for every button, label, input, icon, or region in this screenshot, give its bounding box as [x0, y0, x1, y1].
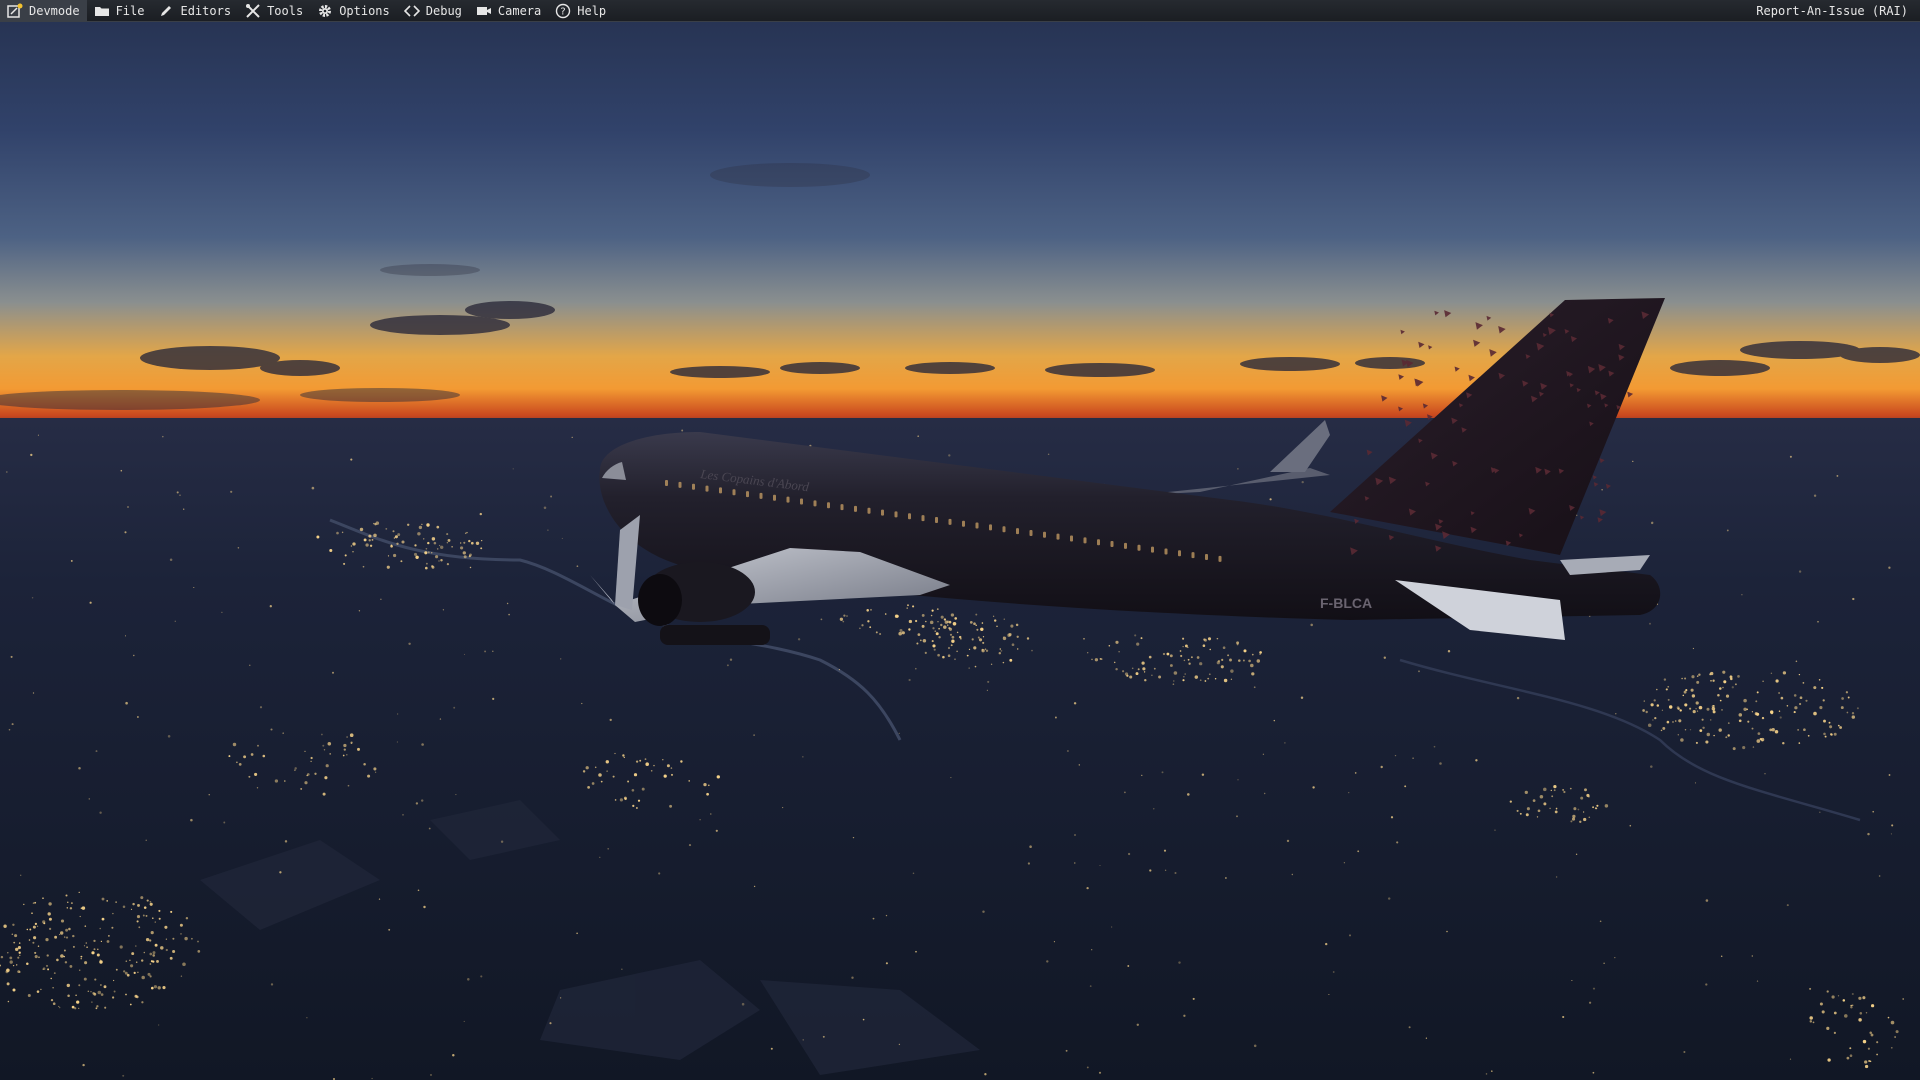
svg-text:?: ? — [561, 6, 566, 17]
flight-scene[interactable]: F-BLCA Les Copains d'Abord — [0, 0, 1920, 1080]
aircraft-registration: F-BLCA — [1320, 595, 1372, 611]
help-icon: ? — [555, 3, 571, 19]
camera-icon — [476, 3, 492, 19]
menu-help-label: Help — [577, 3, 607, 18]
code-icon — [403, 3, 420, 19]
menu-help[interactable]: ? Help — [548, 0, 613, 22]
menu-tools-label: Tools — [267, 3, 304, 18]
dev-menubar: Devmode File Editors Tools Options Debug… — [0, 0, 1920, 22]
menu-editors[interactable]: Editors — [151, 0, 238, 22]
pencil-icon — [158, 3, 174, 19]
menu-options[interactable]: Options — [310, 0, 397, 22]
menu-devmode-label: Devmode — [29, 3, 80, 18]
report-an-issue-button[interactable]: Report-An-Issue (RAI) — [1749, 0, 1920, 22]
menu-debug-label: Debug — [425, 3, 462, 18]
menu-devmode[interactable]: Devmode — [0, 0, 87, 22]
tools-icon — [245, 3, 261, 19]
menu-file[interactable]: File — [87, 0, 152, 22]
menu-tools[interactable]: Tools — [238, 0, 310, 22]
game-viewport[interactable]: F-BLCA Les Copains d'Abord Devmode File … — [0, 0, 1920, 1080]
folder-icon — [94, 3, 110, 19]
report-an-issue-label: Report-An-Issue (RAI) — [1756, 3, 1908, 18]
menu-debug[interactable]: Debug — [397, 0, 469, 22]
menu-camera[interactable]: Camera — [469, 0, 548, 22]
menu-options-label: Options — [339, 3, 390, 18]
menu-file-label: File — [115, 3, 145, 18]
menu-editors-label: Editors — [180, 3, 232, 18]
devmode-icon — [7, 3, 23, 19]
menu-camera-label: Camera — [497, 3, 542, 18]
gear-icon — [317, 3, 333, 19]
